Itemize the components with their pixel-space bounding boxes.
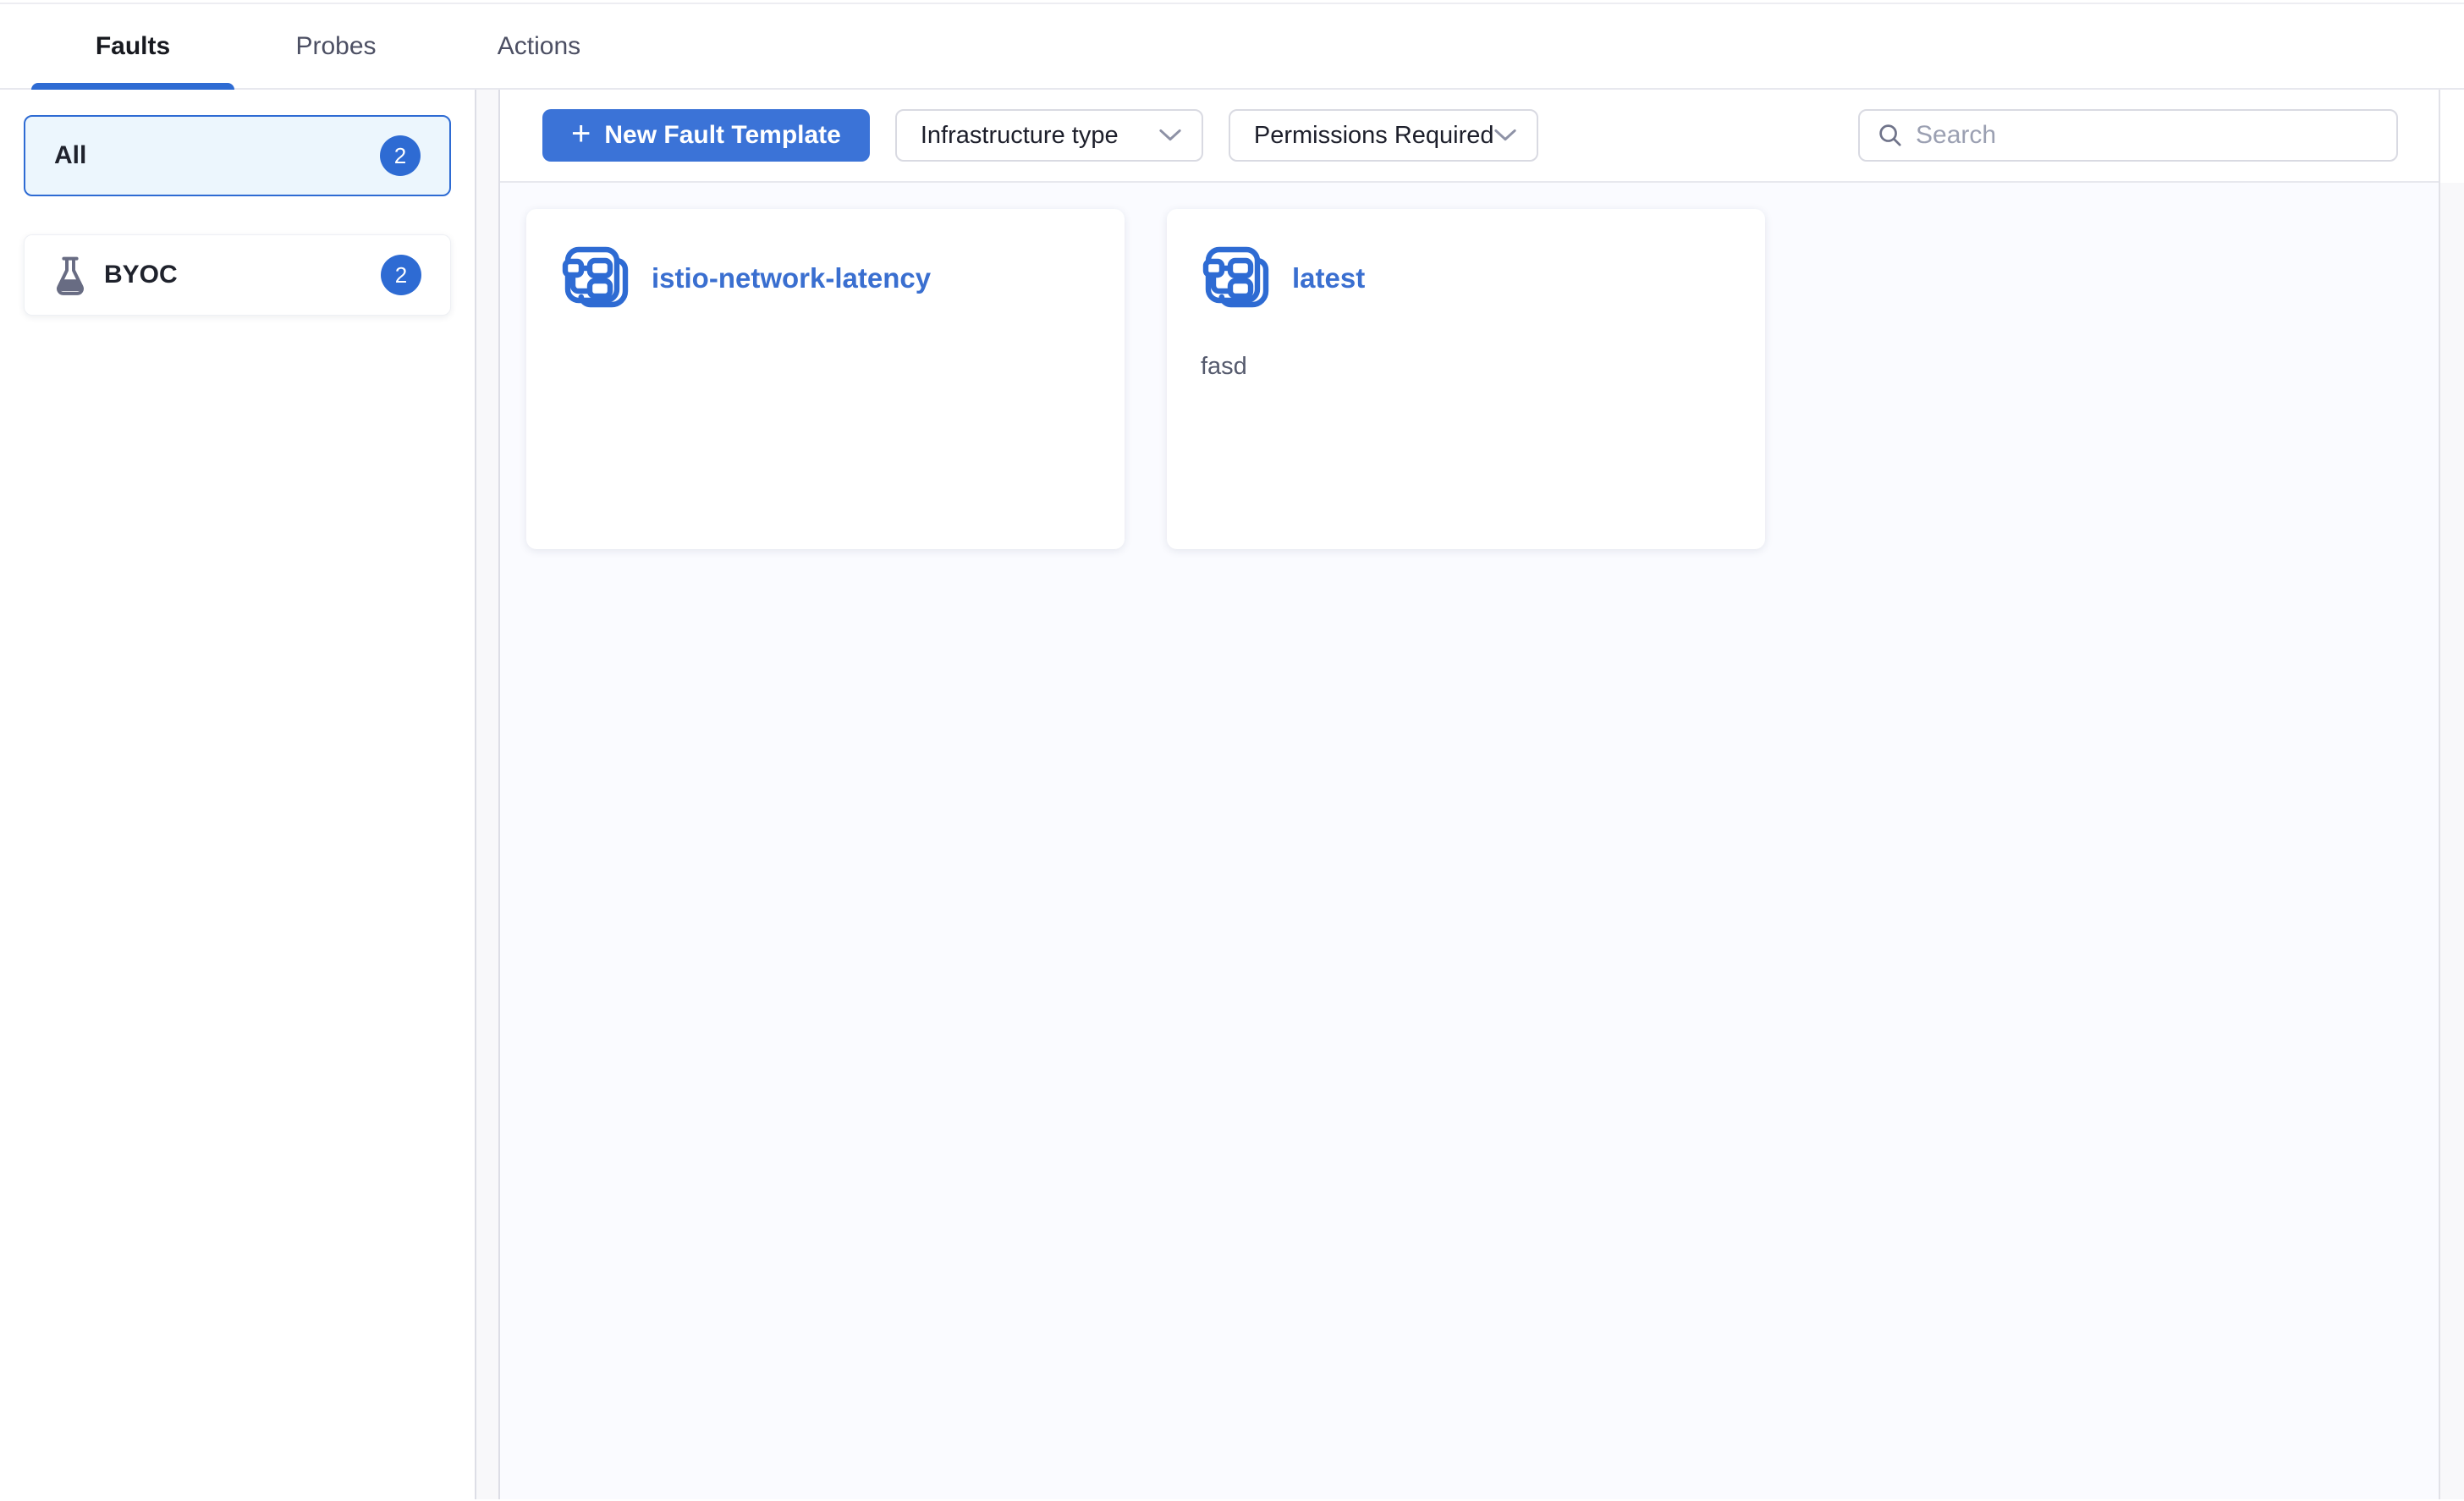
- main-panel: + New Fault Template Infrastructure type…: [500, 90, 2439, 1499]
- chevron-down-icon: [1159, 129, 1181, 142]
- toolbar: + New Fault Template Infrastructure type…: [500, 90, 2439, 183]
- scrollbar-gutter-top: [2440, 90, 2464, 183]
- sidebar-item-byoc[interactable]: BYOC 2: [24, 234, 451, 316]
- top-tab-bar: Faults Probes Actions: [0, 3, 2464, 90]
- sidebar-item-label: All: [54, 141, 86, 170]
- template-title[interactable]: latest: [1292, 262, 1365, 294]
- fault-template-card[interactable]: latest fasd: [1167, 209, 1765, 549]
- tab-probes[interactable]: Probes: [234, 4, 437, 88]
- new-fault-template-button[interactable]: + New Fault Template: [542, 109, 870, 162]
- tab-actions[interactable]: Actions: [437, 4, 641, 88]
- search-icon: [1877, 122, 1904, 149]
- dropdown-label: Permissions Required: [1254, 122, 1494, 150]
- fault-template-card[interactable]: istio-network-latency: [526, 209, 1125, 549]
- tab-label: Actions: [498, 32, 580, 61]
- count-badge: 2: [381, 255, 421, 295]
- tab-label: Faults: [96, 32, 170, 61]
- permissions-required-dropdown[interactable]: Permissions Required: [1229, 109, 1538, 162]
- tab-label: Probes: [295, 32, 376, 61]
- template-grid: istio-network-latency la: [500, 183, 2439, 1499]
- sidebar-item-all[interactable]: All 2: [24, 115, 451, 196]
- card-header: latest: [1201, 243, 1731, 314]
- flask-icon: [53, 256, 87, 295]
- panel-resizer[interactable]: [476, 90, 500, 1499]
- app-shell: All 2 BYOC 2 + New Fault Template: [0, 90, 2464, 1499]
- category-sidebar: All 2 BYOC 2: [0, 90, 476, 1499]
- sidebar-item-label: BYOC: [104, 261, 178, 289]
- dropdown-label: Infrastructure type: [921, 122, 1119, 150]
- infrastructure-type-dropdown[interactable]: Infrastructure type: [895, 109, 1203, 162]
- scrollbar-gutter: [2439, 90, 2464, 1499]
- search-input[interactable]: [1916, 121, 2379, 150]
- chevron-down-icon: [1494, 129, 1516, 142]
- fault-template-icon: [1201, 243, 1272, 314]
- active-tab-indicator: [31, 83, 234, 90]
- search-box: [1858, 109, 2398, 162]
- template-description: fasd: [1201, 353, 1731, 381]
- card-header: istio-network-latency: [560, 243, 1091, 314]
- fault-template-icon: [560, 243, 631, 314]
- plus-icon: +: [571, 117, 591, 151]
- new-fault-template-label: New Fault Template: [604, 121, 841, 150]
- count-badge: 2: [380, 135, 421, 176]
- template-title[interactable]: istio-network-latency: [652, 262, 931, 294]
- tab-faults[interactable]: Faults: [31, 4, 234, 88]
